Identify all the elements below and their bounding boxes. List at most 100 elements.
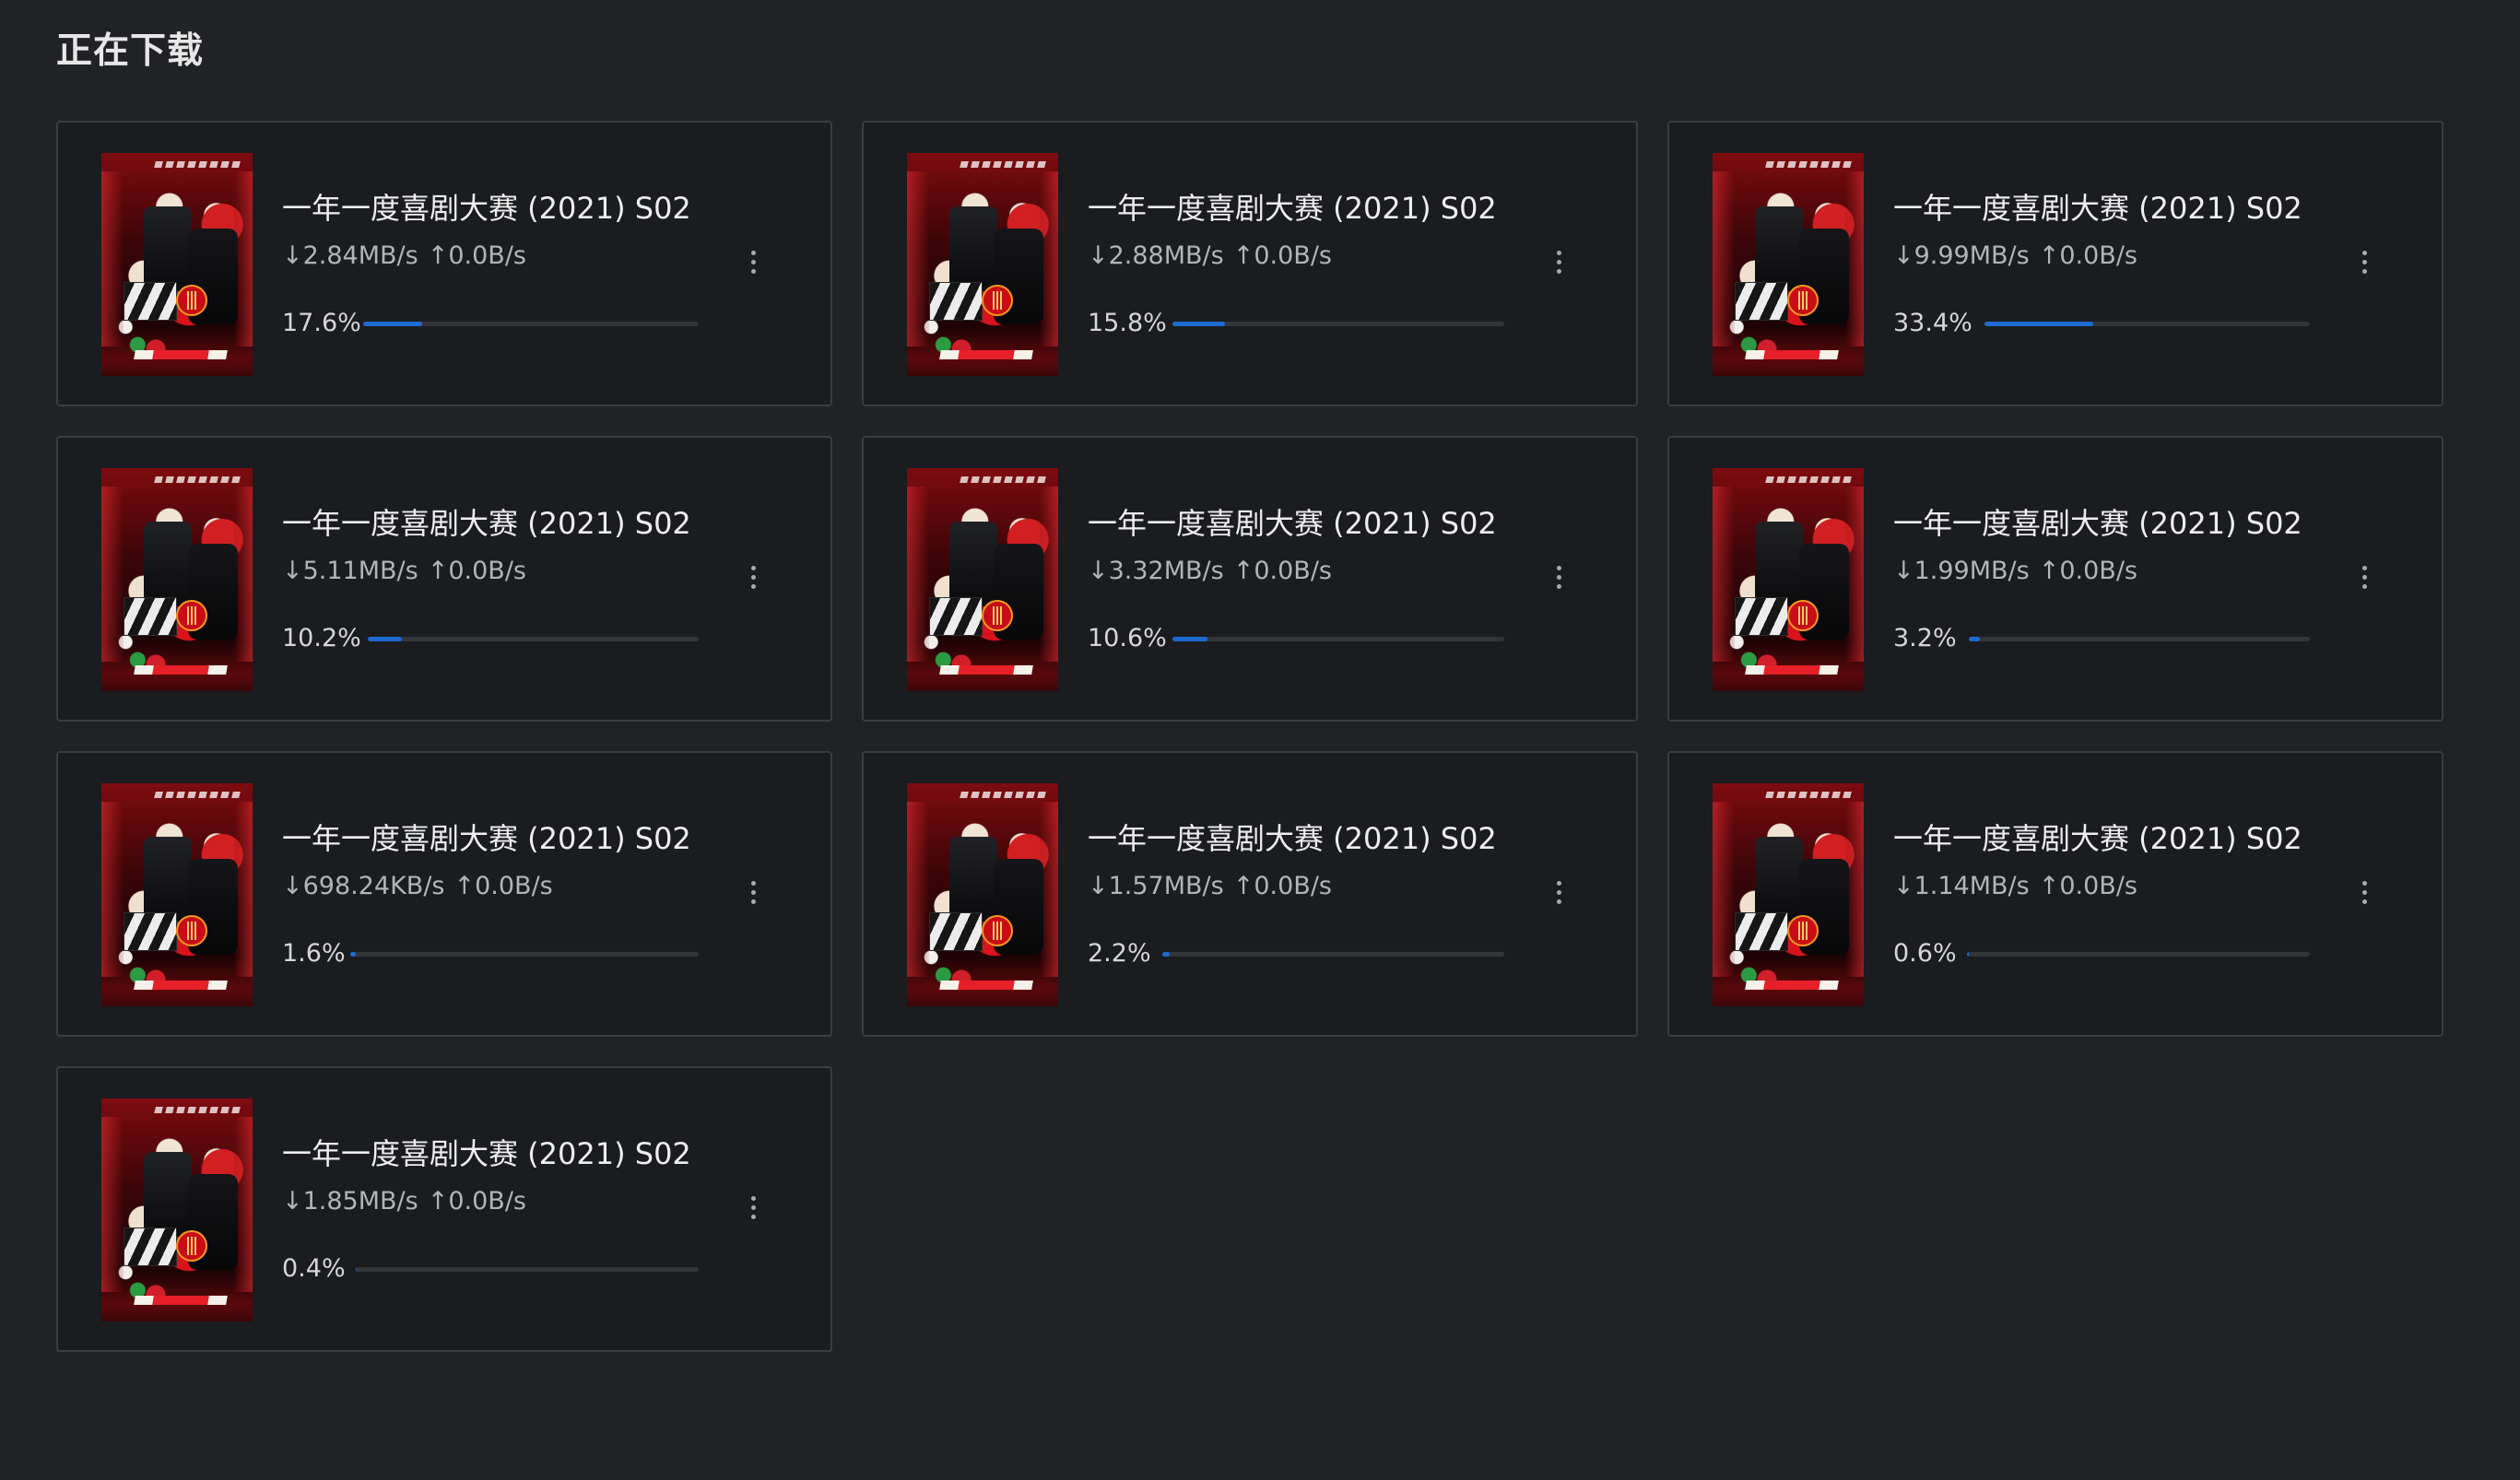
more-options-button[interactable] bbox=[745, 246, 761, 277]
progress-bar bbox=[350, 952, 699, 957]
more-vertical-icon bbox=[750, 1195, 756, 1219]
more-options-button[interactable] bbox=[1550, 246, 1567, 277]
progress-row: 0.4% bbox=[282, 1253, 699, 1285]
speed-row: ↓5.11MB/s ↑0.0B/s bbox=[282, 556, 526, 587]
progress-fill bbox=[1969, 637, 1980, 641]
speed-row: ↓698.24KB/s ↑0.0B/s bbox=[282, 871, 553, 902]
download-card[interactable]: 一年一度喜剧大赛 (2021) S02 ↓3.32MB/s ↑0.0B/s 10.… bbox=[862, 436, 1638, 722]
downloads-grid: 一年一度喜剧大赛 (2021) S02 ↓2.84MB/s ↑0.0B/s 17.… bbox=[56, 121, 2444, 1352]
more-vertical-icon bbox=[2361, 880, 2367, 904]
progress-row: 3.2% bbox=[1893, 623, 2310, 654]
download-card[interactable]: 一年一度喜剧大赛 (2021) S02 ↓1.99MB/s ↑0.0B/s 3.2… bbox=[1667, 436, 2443, 722]
download-title: 一年一度喜剧大赛 (2021) S02 bbox=[1088, 191, 1497, 226]
upload-speed: ↑0.0B/s bbox=[427, 557, 526, 585]
more-options-button[interactable] bbox=[745, 876, 761, 908]
download-card[interactable]: 一年一度喜剧大赛 (2021) S02 ↓1.85MB/s ↑0.0B/s 0.4… bbox=[56, 1066, 832, 1352]
more-options-button[interactable] bbox=[1550, 561, 1567, 593]
progress-fill bbox=[363, 322, 423, 326]
download-card[interactable]: 一年一度喜剧大赛 (2021) S02 ↓2.88MB/s ↑0.0B/s 15.… bbox=[862, 121, 1638, 406]
progress-fill bbox=[1172, 322, 1225, 326]
progress-percent: 10.2% bbox=[282, 624, 361, 652]
download-title: 一年一度喜剧大赛 (2021) S02 bbox=[1893, 821, 2302, 856]
progress-percent: 1.6% bbox=[282, 939, 346, 968]
speed-row: ↓1.57MB/s ↑0.0B/s bbox=[1088, 871, 1332, 902]
poster-image[interactable] bbox=[101, 153, 253, 376]
progress-bar bbox=[356, 1267, 699, 1272]
poster-image[interactable] bbox=[907, 468, 1058, 691]
download-title: 一年一度喜剧大赛 (2021) S02 bbox=[282, 1136, 691, 1171]
download-speed: ↓5.11MB/s bbox=[282, 557, 418, 585]
progress-fill bbox=[1162, 952, 1171, 957]
download-card[interactable]: 一年一度喜剧大赛 (2021) S02 ↓698.24KB/s ↑0.0B/s 1… bbox=[56, 751, 832, 1037]
upload-speed: ↑0.0B/s bbox=[453, 872, 553, 900]
progress-bar bbox=[1172, 322, 1504, 326]
more-vertical-icon bbox=[750, 880, 756, 904]
upload-speed: ↑0.0B/s bbox=[427, 241, 526, 270]
progress-fill bbox=[1967, 952, 1970, 957]
upload-speed: ↑0.0B/s bbox=[2038, 241, 2137, 270]
progress-bar bbox=[368, 637, 699, 641]
download-card[interactable]: 一年一度喜剧大赛 (2021) S02 ↓2.84MB/s ↑0.0B/s 17.… bbox=[56, 121, 832, 406]
poster-image[interactable] bbox=[907, 153, 1058, 376]
progress-percent: 0.6% bbox=[1893, 939, 1957, 968]
upload-speed: ↑0.0B/s bbox=[427, 1187, 526, 1216]
download-card[interactable]: 一年一度喜剧大赛 (2021) S02 ↓1.57MB/s ↑0.0B/s 2.2… bbox=[862, 751, 1638, 1037]
more-vertical-icon bbox=[2361, 250, 2367, 274]
progress-fill bbox=[368, 637, 402, 641]
download-speed: ↓1.99MB/s bbox=[1893, 557, 2030, 585]
more-options-button[interactable] bbox=[2356, 246, 2373, 277]
progress-row: 2.2% bbox=[1088, 938, 1504, 969]
poster-image[interactable] bbox=[101, 783, 253, 1006]
progress-percent: 3.2% bbox=[1893, 624, 1957, 652]
download-card[interactable]: 一年一度喜剧大赛 (2021) S02 ↓9.99MB/s ↑0.0B/s 33.… bbox=[1667, 121, 2443, 406]
download-speed: ↓1.57MB/s bbox=[1088, 872, 1224, 900]
download-title: 一年一度喜剧大赛 (2021) S02 bbox=[282, 821, 691, 856]
progress-row: 15.8% bbox=[1088, 308, 1504, 339]
upload-speed: ↑0.0B/s bbox=[1232, 241, 1332, 270]
progress-bar bbox=[1984, 322, 2310, 326]
more-options-button[interactable] bbox=[2356, 876, 2373, 908]
download-speed: ↓3.32MB/s bbox=[1088, 557, 1224, 585]
progress-percent: 15.8% bbox=[1088, 309, 1167, 337]
more-vertical-icon bbox=[750, 250, 756, 274]
more-vertical-icon bbox=[1556, 880, 1561, 904]
more-options-button[interactable] bbox=[1550, 876, 1567, 908]
download-speed: ↓1.85MB/s bbox=[282, 1187, 418, 1216]
progress-bar bbox=[1172, 637, 1504, 641]
progress-percent: 17.6% bbox=[282, 309, 361, 337]
progress-bar bbox=[1162, 952, 1504, 957]
progress-row: 10.6% bbox=[1088, 623, 1504, 654]
progress-percent: 10.6% bbox=[1088, 624, 1167, 652]
progress-row: 10.2% bbox=[282, 623, 699, 654]
more-options-button[interactable] bbox=[2356, 561, 2373, 593]
speed-row: ↓1.14MB/s ↑0.0B/s bbox=[1893, 871, 2137, 902]
progress-percent: 0.4% bbox=[282, 1254, 346, 1283]
more-vertical-icon bbox=[1556, 250, 1561, 274]
poster-image[interactable] bbox=[1713, 468, 1864, 691]
download-card[interactable]: 一年一度喜剧大赛 (2021) S02 ↓1.14MB/s ↑0.0B/s 0.6… bbox=[1667, 751, 2443, 1037]
poster-image[interactable] bbox=[1713, 783, 1864, 1006]
speed-row: ↓2.88MB/s ↑0.0B/s bbox=[1088, 241, 1332, 272]
poster-image[interactable] bbox=[101, 1098, 253, 1321]
download-card[interactable]: 一年一度喜剧大赛 (2021) S02 ↓5.11MB/s ↑0.0B/s 10.… bbox=[56, 436, 832, 722]
progress-fill bbox=[350, 952, 357, 957]
download-title: 一年一度喜剧大赛 (2021) S02 bbox=[1088, 506, 1497, 541]
download-speed: ↓698.24KB/s bbox=[282, 872, 445, 900]
progress-row: 17.6% bbox=[282, 308, 699, 339]
progress-row: 33.4% bbox=[1893, 308, 2310, 339]
more-options-button[interactable] bbox=[745, 1192, 761, 1223]
progress-bar bbox=[1969, 637, 2310, 641]
more-vertical-icon bbox=[2361, 565, 2367, 589]
progress-fill bbox=[1172, 637, 1208, 641]
speed-row: ↓2.84MB/s ↑0.0B/s bbox=[282, 241, 526, 272]
poster-image[interactable] bbox=[1713, 153, 1864, 376]
more-options-button[interactable] bbox=[745, 561, 761, 593]
progress-fill bbox=[356, 1267, 358, 1272]
download-title: 一年一度喜剧大赛 (2021) S02 bbox=[1893, 191, 2302, 226]
progress-percent: 2.2% bbox=[1088, 939, 1151, 968]
poster-image[interactable] bbox=[101, 468, 253, 691]
upload-speed: ↑0.0B/s bbox=[2038, 557, 2137, 585]
download-title: 一年一度喜剧大赛 (2021) S02 bbox=[1893, 506, 2302, 541]
progress-bar bbox=[363, 322, 699, 326]
poster-image[interactable] bbox=[907, 783, 1058, 1006]
